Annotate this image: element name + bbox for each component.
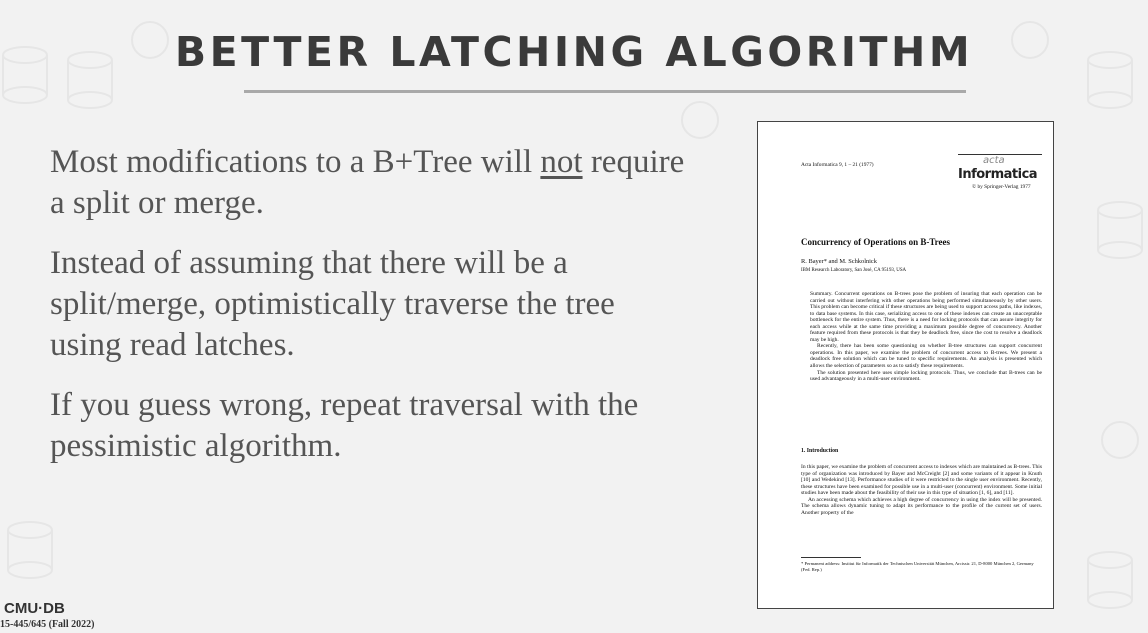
bullet-1-pre: Most modifications to a B+Tree will (50, 144, 541, 180)
paper-intro-p1: In this paper, we examine the problem of… (801, 464, 1042, 497)
paper-title: Concurrency of Operations on B-Trees (801, 237, 950, 247)
journal-logo-acta: acta (983, 155, 1005, 166)
paper-affiliation: IBM Research Laboratory, San José, CA 95… (801, 268, 907, 273)
slide-title: BETTER LATCHING ALGORITHM (174, 28, 974, 76)
paper-summary: Summary. Concurrent operations on B-tree… (810, 291, 1042, 383)
cmu-db-logo: CMU·DB (4, 600, 65, 617)
paper-section-heading: 1. Introduction (801, 448, 839, 454)
paper-footnote-rule (801, 557, 861, 558)
course-label: 15-445/645 (Fall 2022) (0, 619, 95, 630)
paper-intro-p2: An accessing schema which achieves a hig… (801, 496, 1042, 516)
paper-thumbnail: Acta Informatica 9, 1 – 21 (1977) acta I… (757, 121, 1054, 609)
paper-summary-p3: The solution presented here uses simple … (810, 369, 1042, 383)
bullet-list: Most modifications to a B+Tree will not … (50, 142, 690, 486)
paper-footnote: * Permanent address: Institut für Inform… (801, 561, 1034, 572)
paper-intro: In this paper, we examine the problem of… (801, 464, 1042, 516)
bullet-1-emphasis: not (540, 144, 583, 180)
paper-summary-p1: Summary. Concurrent operations on B-tree… (810, 291, 1042, 343)
paper-copyright: © by Springer-Verlag 1977 (972, 184, 1031, 190)
title-underline (244, 90, 966, 93)
paper-summary-p2: Recently, there has been some questionin… (810, 343, 1042, 370)
bullet-1: Most modifications to a B+Tree will not … (50, 142, 690, 224)
paper-authors: R. Bayer* and M. Schkolnick (801, 258, 877, 265)
journal-logo: acta Informatica (958, 155, 1038, 182)
bullet-3: If you guess wrong, repeat traversal wit… (50, 387, 639, 464)
bullet-2: Instead of assuming that there will be a… (50, 245, 615, 363)
journal-logo-informatica: Informatica (958, 167, 1038, 182)
paper-journal: Acta Informatica 9, 1 – 21 (1977) (801, 162, 874, 168)
